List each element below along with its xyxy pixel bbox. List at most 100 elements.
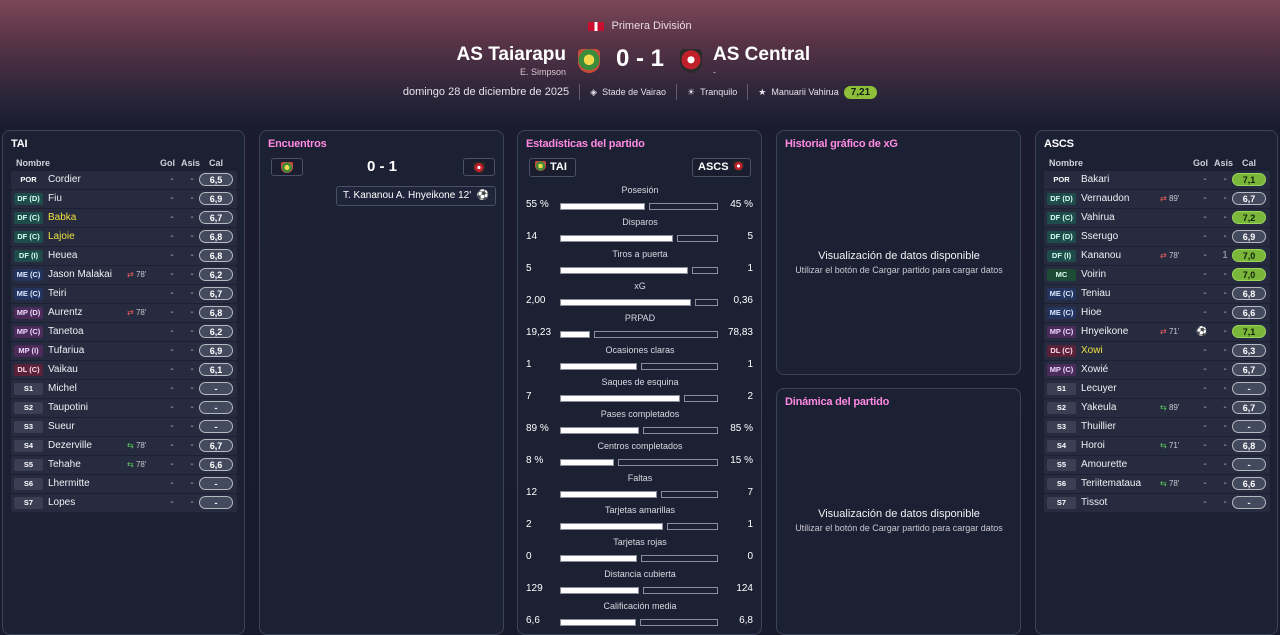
player-name[interactable]: Thuillier (1081, 421, 1116, 432)
player-row[interactable]: DF (D) Fiu - -6,9 (11, 190, 237, 208)
player-row[interactable]: ME (C) Teniau - -6,8 (1044, 285, 1270, 303)
player-name[interactable]: Aurentz (48, 307, 82, 318)
player-name[interactable]: Xowié (1081, 364, 1108, 375)
col-header-name[interactable]: Nombre (16, 158, 50, 168)
player-row[interactable]: DF (I) Heuea - -6,8 (11, 247, 237, 265)
player-name[interactable]: Tehahe (48, 459, 81, 470)
competition-label[interactable]: Primera División (0, 20, 1280, 32)
player-row[interactable]: DF (C) Babka - -6,7 (11, 209, 237, 227)
player-name[interactable]: Kananou (1081, 250, 1121, 261)
away-team-name[interactable]: AS Central (713, 44, 810, 66)
player-row[interactable]: DF (I) Kananou ⇄ 78' - 1 7,0 (1044, 247, 1270, 265)
stats-away-team-tag[interactable]: ASCS (692, 158, 751, 177)
player-name[interactable]: Vaikau (48, 364, 78, 375)
player-row[interactable]: S5 Amourette - - - (1044, 456, 1270, 474)
position-badge: MP (C) (14, 326, 43, 338)
player-row[interactable]: ME (C) Hioe - -6,6 (1044, 304, 1270, 322)
player-name[interactable]: Taupotini (48, 402, 88, 413)
assists-value: - (1223, 383, 1227, 394)
player-name[interactable]: Tanetoa (48, 326, 84, 337)
player-of-match[interactable]: ★ Manuarii Vahirua 7,21 (747, 84, 887, 100)
player-name[interactable]: Teniau (1081, 288, 1110, 299)
col-header-cal[interactable]: Cal (209, 158, 223, 168)
player-name[interactable]: Tissot (1081, 497, 1107, 508)
player-row[interactable]: S1 Michel - - - (11, 380, 237, 398)
player-row[interactable]: DL (C) Vaikau - -6,1 (11, 361, 237, 379)
player-name[interactable]: Dezerville (48, 440, 92, 451)
away-col-header-asis[interactable]: Asis (1214, 158, 1233, 168)
player-row[interactable]: ME (C) Teiri - -6,7 (11, 285, 237, 303)
player-name[interactable]: Lecuyer (1081, 383, 1117, 394)
rating-pill: 6,8 (199, 306, 233, 319)
player-row[interactable]: S3 Sueur - - - (11, 418, 237, 436)
player-row[interactable]: MC Voirin - -7,0 (1044, 266, 1270, 284)
player-row[interactable]: S3 Thuillier - - - (1044, 418, 1270, 436)
stats-home-team-tag[interactable]: TAI (529, 158, 576, 177)
goal-event[interactable]: T. Kananou A. Hnyeikone 12' ⚽ (336, 186, 497, 206)
player-name[interactable]: Babka (48, 212, 76, 223)
col-header-asis[interactable]: Asis (181, 158, 200, 168)
away-col-header-gol[interactable]: Gol (1193, 158, 1208, 168)
player-name[interactable]: Sueur (48, 421, 75, 432)
player-name[interactable]: Cordier (48, 174, 81, 185)
rating-pill: 6,8 (199, 230, 233, 243)
home-team-name[interactable]: AS Taiarapu (457, 44, 566, 66)
player-row[interactable]: MP (D) Aurentz ⇄ 78' - -6,8 (11, 304, 237, 322)
player-row[interactable]: S7 Lopes - - - (11, 494, 237, 512)
player-name[interactable]: Jason Malakai (48, 269, 112, 280)
player-name[interactable]: Fiu (48, 193, 62, 204)
goals-value: - (170, 212, 174, 223)
player-row[interactable]: DF (D) Sserugo - -6,9 (1044, 228, 1270, 246)
position-badge: MP (C) (1047, 364, 1076, 376)
player-row[interactable]: MP (I) Tufariua - -6,9 (11, 342, 237, 360)
player-name[interactable]: Horoi (1081, 440, 1105, 451)
goals-value: - (1203, 459, 1207, 470)
away-col-header-name[interactable]: Nombre (1049, 158, 1083, 168)
player-name[interactable]: Teiri (48, 288, 66, 299)
player-row[interactable]: ME (C) Jason Malakai ⇄ 78' - -6,2 (11, 266, 237, 284)
player-name[interactable]: Voirin (1081, 269, 1106, 280)
home-coach-name[interactable]: E. Simpson (520, 67, 566, 77)
player-row[interactable]: S7 Tissot - - - (1044, 494, 1270, 512)
away-col-header-cal[interactable]: Cal (1242, 158, 1256, 168)
player-name[interactable]: Yakeula (1081, 402, 1116, 413)
player-row[interactable]: POR Cordier - -6,5 (11, 171, 237, 189)
player-name[interactable]: Tufariua (48, 345, 84, 356)
player-row[interactable]: DL (C) Xowi - -6,3 (1044, 342, 1270, 360)
player-row[interactable]: S2 Taupotini - - - (11, 399, 237, 417)
player-name[interactable]: Lajoie (48, 231, 75, 242)
player-row[interactable]: S6 Lhermitte - - - (11, 475, 237, 493)
player-row[interactable]: S4 Dezerville ⇆ 78' - -6,7 (11, 437, 237, 455)
encounters-away-crest-icon[interactable] (463, 158, 495, 176)
player-row[interactable]: MP (C) Tanetoa - -6,2 (11, 323, 237, 341)
player-name[interactable]: Xowi (1081, 345, 1103, 356)
player-name[interactable]: Lopes (48, 497, 75, 508)
player-row[interactable]: S1 Lecuyer - - - (1044, 380, 1270, 398)
assists-value: - (1223, 459, 1227, 470)
player-row[interactable]: DF (C) Lajoie - -6,8 (11, 228, 237, 246)
player-row[interactable]: MP (C) Hnyeikone ⇄ 71' ⚽ -7,1 (1044, 323, 1270, 341)
player-row[interactable]: S2 Yakeula ⇆ 89' - -6,7 (1044, 399, 1270, 417)
player-row[interactable]: POR Bakari - -7,1 (1044, 171, 1270, 189)
player-name[interactable]: Michel (48, 383, 77, 394)
player-name[interactable]: Heuea (48, 250, 77, 261)
player-row[interactable]: DF (D) Vernaudon ⇄ 89' - -6,7 (1044, 190, 1270, 208)
assists-value: - (190, 250, 194, 261)
stadium-info[interactable]: ◈ Stade de Vairao (579, 84, 676, 100)
player-name[interactable]: Hnyeikone (1081, 326, 1128, 337)
player-row[interactable]: S6 Teriitemataua ⇆ 78' - -6,6 (1044, 475, 1270, 493)
player-name[interactable]: Amourette (1081, 459, 1127, 470)
player-row[interactable]: S5 Tehahe ⇆ 78' - -6,6 (11, 456, 237, 474)
player-row[interactable]: DF (C) Vahirua - -7,2 (1044, 209, 1270, 227)
player-name[interactable]: Teriitemataua (1081, 478, 1141, 489)
player-name[interactable]: Vahirua (1081, 212, 1115, 223)
player-row[interactable]: S4 Horoi ⇆ 71' - -6,8 (1044, 437, 1270, 455)
col-header-gol[interactable]: Gol (160, 158, 175, 168)
player-name[interactable]: Lhermitte (48, 478, 90, 489)
player-name[interactable]: Sserugo (1081, 231, 1118, 242)
player-name[interactable]: Bakari (1081, 174, 1109, 185)
player-row[interactable]: MP (C) Xowié - -6,7 (1044, 361, 1270, 379)
player-name[interactable]: Vernaudon (1081, 193, 1129, 204)
stat-home-bar (560, 491, 657, 498)
player-name[interactable]: Hioe (1081, 307, 1102, 318)
